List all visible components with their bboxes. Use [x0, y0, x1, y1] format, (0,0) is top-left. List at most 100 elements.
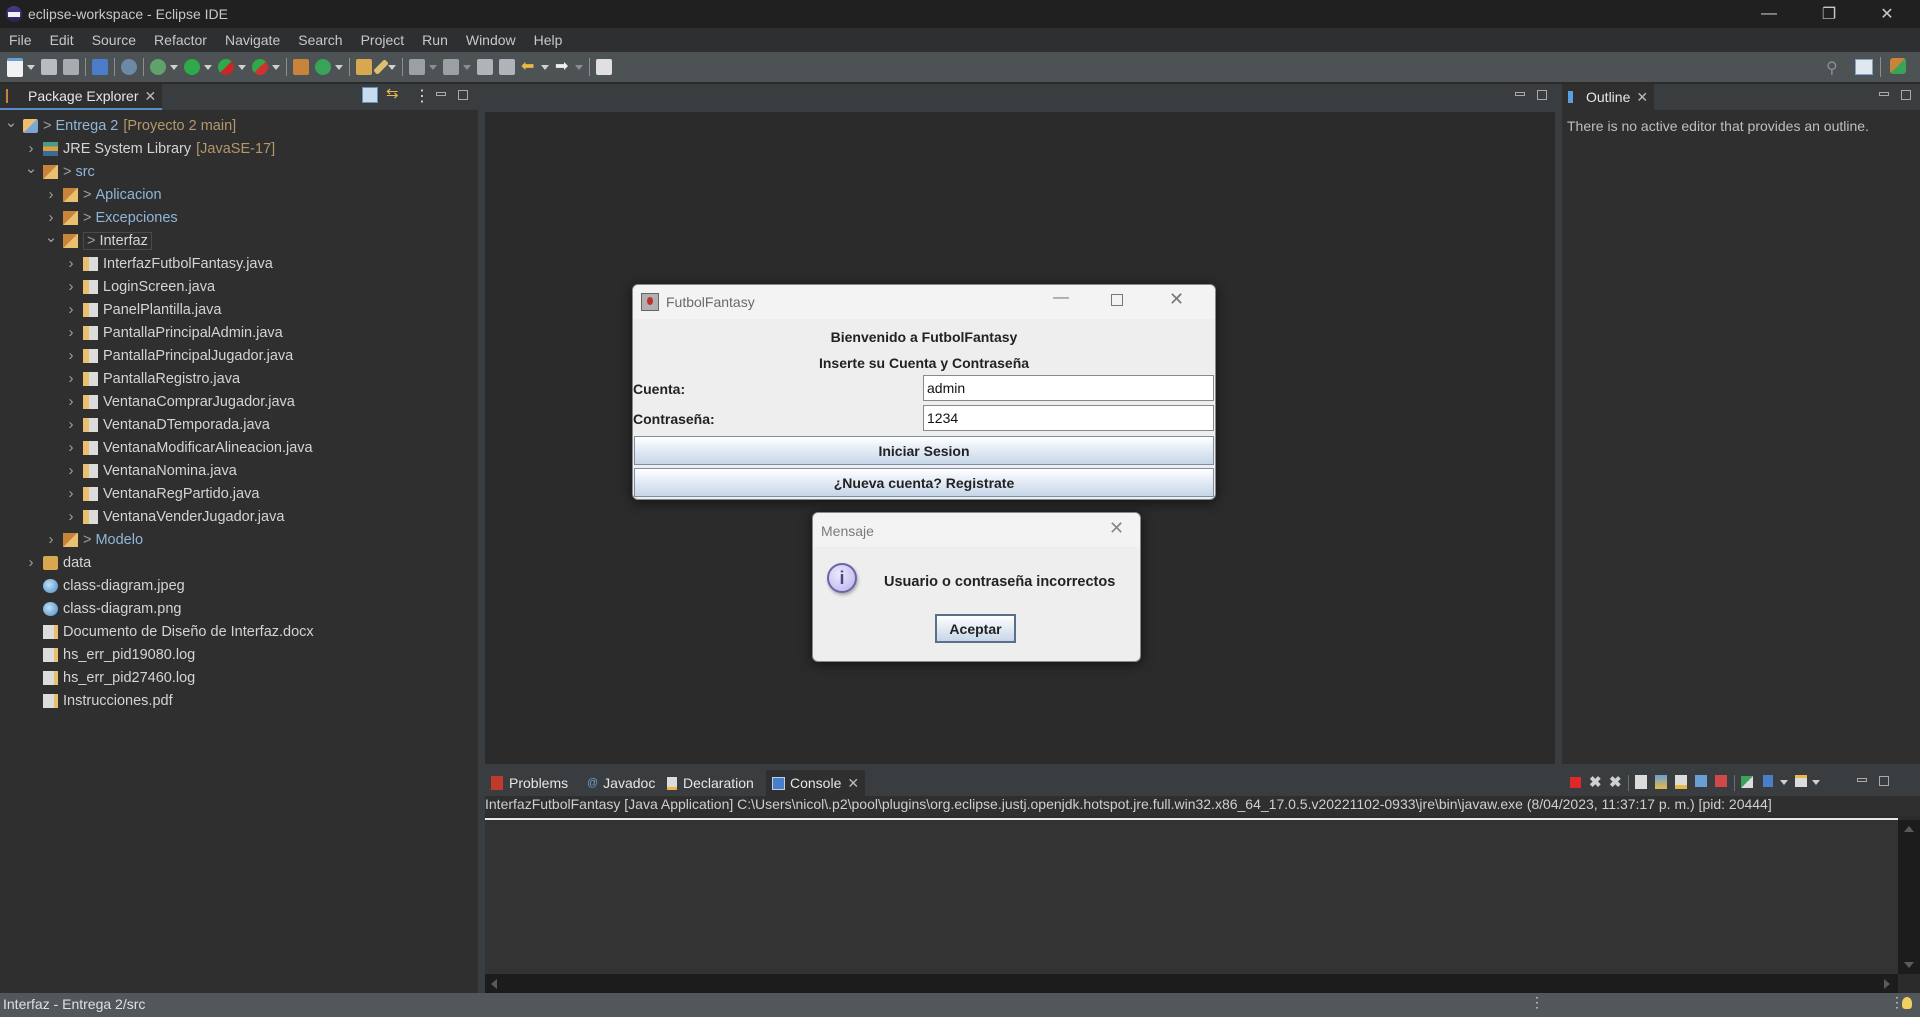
tree-item[interactable]: › VentanaComprarJugador.java	[64, 390, 295, 413]
chevron-right-icon[interactable]: ›	[64, 370, 78, 387]
remove-launch-icon[interactable]: ✖	[1589, 773, 1602, 791]
tree-item[interactable]: › > Excepciones	[44, 206, 178, 229]
menu-edit[interactable]: Edit	[41, 32, 83, 48]
tree-item[interactable]: hs_err_pid19080.log	[24, 643, 195, 666]
tree-item[interactable]: › VentanaModificarAlineacion.java	[64, 436, 313, 459]
coverage-icon[interactable]	[218, 59, 234, 75]
menu-window[interactable]: Window	[457, 32, 525, 48]
menu-run[interactable]: Run	[413, 32, 457, 48]
tree-item[interactable]: ⌄ > Entrega 2 [Proyecto 2 main]	[4, 114, 236, 137]
tab-javadoc[interactable]: @ Javadoc	[581, 770, 662, 796]
display-console-dropdown-icon[interactable]	[1780, 780, 1788, 785]
new-dropdown-icon[interactable]	[27, 64, 35, 70]
chevron-down-icon[interactable]: ⌄	[44, 228, 58, 246]
show-stderr-icon[interactable]	[1715, 775, 1727, 787]
tips-lightbulb-icon[interactable]	[1902, 997, 1912, 1009]
menu-navigate[interactable]: Navigate	[216, 32, 289, 48]
remove-all-launches-icon[interactable]: ✖	[1609, 773, 1622, 791]
chevron-right-icon[interactable]: ›	[64, 301, 78, 318]
last-edit-location-icon[interactable]	[477, 59, 493, 75]
maximize-editor-icon[interactable]	[1537, 90, 1547, 100]
previous-annotation-icon[interactable]	[443, 59, 459, 75]
tree-item[interactable]: › PanelPlantilla.java	[64, 298, 222, 321]
chevron-right-icon[interactable]: ›	[64, 255, 78, 272]
minimize-window-button[interactable]: —	[1746, 0, 1792, 28]
open-console-icon[interactable]	[1795, 775, 1807, 787]
tree-item[interactable]: Documento de Diseño de Interfaz.docx	[24, 620, 314, 643]
next-annotation-dropdown-icon[interactable]	[429, 64, 437, 70]
debug-icon[interactable]	[150, 59, 166, 75]
new-java-package-icon[interactable]	[293, 59, 309, 75]
view-menu-icon[interactable]: ⋮	[414, 86, 430, 106]
login-maximize-button[interactable]	[1111, 294, 1123, 306]
clear-console-icon[interactable]	[1635, 775, 1647, 789]
dialog-close-button[interactable]: ✕	[1109, 518, 1124, 539]
back-edit-icon[interactable]	[499, 59, 515, 75]
run-dropdown-icon[interactable]	[204, 64, 212, 70]
open-type-icon[interactable]	[356, 59, 372, 75]
maximize-view-icon[interactable]	[458, 90, 468, 100]
close-tab-icon[interactable]: ✕	[145, 88, 157, 105]
chevron-right-icon[interactable]: ›	[44, 209, 58, 226]
tree-item[interactable]: class-diagram.png	[24, 597, 181, 620]
maximize-view-icon[interactable]	[1901, 90, 1911, 100]
tree-item[interactable]: › data	[24, 551, 92, 574]
new-java-class-icon[interactable]	[315, 59, 331, 75]
chevron-right-icon[interactable]: ›	[64, 347, 78, 364]
menu-file[interactable]: File	[0, 32, 41, 48]
tree-item[interactable]: › PantallaPrincipalAdmin.java	[64, 321, 283, 344]
link-with-editor-icon[interactable]: ⇆	[386, 84, 399, 102]
tree-item[interactable]: class-diagram.jpeg	[24, 574, 185, 597]
new-class-dropdown-icon[interactable]	[335, 64, 343, 70]
open-perspective-icon[interactable]	[1855, 59, 1873, 75]
new-file-icon[interactable]	[7, 57, 23, 77]
scroll-up-icon[interactable]	[1904, 826, 1914, 832]
open-console-dropdown-icon[interactable]	[1812, 780, 1820, 785]
tree-item[interactable]: › PantallaRegistro.java	[64, 367, 241, 390]
tree-item[interactable]: › VentanaDTemporada.java	[64, 413, 270, 436]
close-tab-icon[interactable]: ✕	[847, 775, 859, 792]
pin-console-icon[interactable]	[1741, 776, 1753, 788]
forward-dropdown-icon[interactable]	[575, 64, 583, 70]
chevron-right-icon[interactable]: ›	[64, 439, 78, 456]
minimize-view-icon[interactable]	[436, 92, 446, 96]
tree-item[interactable]: › LoginScreen.java	[64, 275, 216, 298]
chevron-right-icon[interactable]: ›	[64, 462, 78, 479]
menu-search[interactable]: Search	[289, 32, 351, 48]
debug-dropdown-icon[interactable]	[170, 64, 178, 70]
close-window-button[interactable]: ✕	[1864, 0, 1910, 28]
chevron-right-icon[interactable]: ›	[24, 554, 38, 571]
tree-item[interactable]: Instrucciones.pdf	[24, 689, 173, 712]
vertical-scrollbar[interactable]	[1898, 820, 1920, 974]
tree-item[interactable]: › PantallaPrincipalJugador.java	[64, 344, 294, 367]
tree-item[interactable]: › > Aplicacion	[44, 183, 162, 206]
accept-button[interactable]: Aceptar	[935, 614, 1016, 643]
collapse-all-icon[interactable]	[362, 87, 378, 103]
chevron-right-icon[interactable]: ›	[24, 140, 38, 157]
chevron-right-icon[interactable]: ›	[64, 508, 78, 525]
save-icon[interactable]	[41, 59, 57, 75]
scroll-left-icon[interactable]	[491, 979, 497, 989]
console-output[interactable]	[485, 818, 1920, 994]
login-close-button[interactable]: ✕	[1169, 289, 1184, 310]
tree-item[interactable]: › VentanaRegPartido.java	[64, 482, 260, 505]
sash-right[interactable]	[1555, 84, 1562, 764]
minimize-editor-icon[interactable]	[1515, 92, 1525, 96]
tab-problems[interactable]: Problems	[485, 770, 575, 796]
menu-project[interactable]: Project	[352, 32, 414, 48]
console-view-icon[interactable]	[92, 59, 108, 75]
next-annotation-icon[interactable]	[409, 59, 425, 75]
close-tab-icon[interactable]: ✕	[1636, 89, 1648, 106]
chevron-right-icon[interactable]: ›	[64, 393, 78, 410]
search-dropdown-icon[interactable]	[388, 64, 396, 70]
tree-item[interactable]: › > Modelo	[44, 528, 144, 551]
run-icon[interactable]	[184, 59, 200, 75]
forward-arrow-icon[interactable]: ➡	[555, 59, 571, 75]
chevron-right-icon[interactable]: ›	[64, 485, 78, 502]
chevron-down-icon[interactable]: ⌄	[24, 159, 38, 177]
scroll-down-icon[interactable]	[1904, 962, 1914, 968]
tree-item[interactable]: › JRE System Library [JavaSE-17]	[24, 137, 276, 160]
tree-item[interactable]: › InterfazFutbolFantasy.java	[64, 252, 273, 275]
terminate-icon[interactable]	[1570, 777, 1581, 788]
tree-item[interactable]: ⌄ > Interfaz	[44, 229, 152, 252]
